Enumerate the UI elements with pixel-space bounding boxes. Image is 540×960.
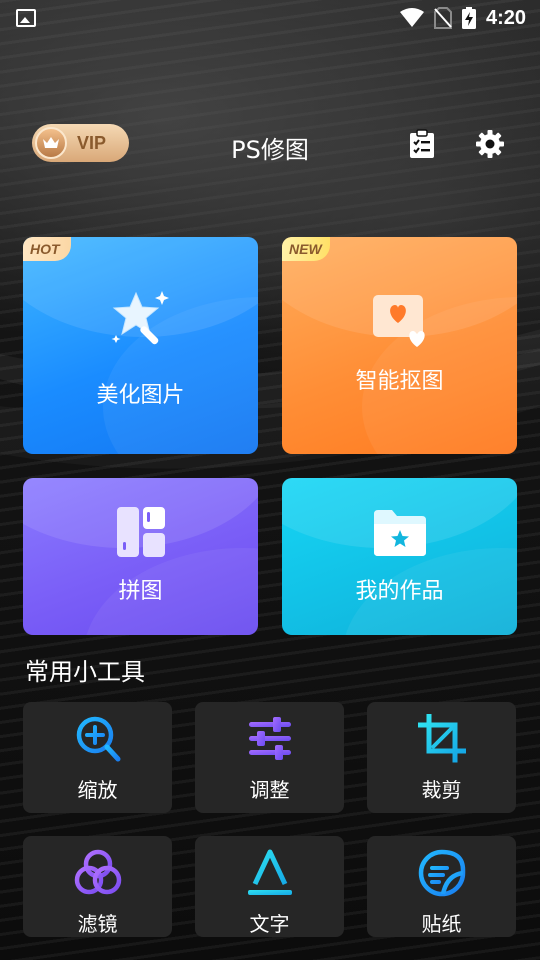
hot-badge-label: HOT bbox=[30, 241, 60, 257]
magic-wand-star-icon bbox=[23, 285, 258, 355]
smart-cutout-card[interactable]: NEW 智能抠图 bbox=[282, 237, 517, 454]
my-works-label: 我的作品 bbox=[355, 579, 444, 604]
folder-star-icon bbox=[282, 506, 517, 558]
collage-card[interactable]: 拼图 bbox=[23, 478, 258, 635]
tool-crop-label: 裁剪 bbox=[421, 778, 462, 802]
gallery-notification-icon bbox=[16, 9, 36, 27]
hot-badge: HOT bbox=[23, 237, 71, 261]
settings-button[interactable] bbox=[474, 128, 506, 160]
new-badge-label: NEW bbox=[289, 241, 322, 257]
app-header: VIP PS修图 bbox=[0, 122, 540, 166]
gear-icon bbox=[476, 130, 504, 158]
crop-icon bbox=[367, 714, 516, 764]
new-badge: NEW bbox=[282, 237, 330, 261]
collage-label: 拼图 bbox=[118, 579, 163, 604]
tool-adjust-label: 调整 bbox=[249, 778, 290, 802]
filter-circles-icon bbox=[23, 848, 172, 898]
tool-adjust[interactable]: 调整 bbox=[195, 702, 344, 813]
clipboard-check-icon bbox=[410, 129, 434, 158]
tool-sticker[interactable]: 贴纸 bbox=[367, 836, 516, 937]
smart-cutout-label: 智能抠图 bbox=[355, 369, 444, 394]
my-works-card[interactable]: 我的作品 bbox=[282, 478, 517, 635]
photo-heart-icon bbox=[282, 289, 517, 351]
beautify-photo-card[interactable]: HOT 美化图片 bbox=[23, 237, 258, 454]
zoom-in-icon bbox=[23, 714, 172, 764]
sliders-icon bbox=[195, 714, 344, 764]
tool-zoom-label: 缩放 bbox=[77, 778, 118, 802]
battery-charging-icon bbox=[461, 7, 476, 29]
wifi-icon bbox=[399, 8, 424, 27]
tool-text[interactable]: 文字 bbox=[195, 836, 344, 937]
beautify-photo-label: 美化图片 bbox=[96, 383, 185, 408]
tool-filter-label: 滤镜 bbox=[77, 912, 118, 936]
tool-crop[interactable]: 裁剪 bbox=[367, 702, 516, 813]
no-sim-icon bbox=[433, 7, 452, 29]
tools-section-title: 常用小工具 bbox=[25, 658, 145, 686]
sticker-icon bbox=[367, 848, 516, 898]
tool-text-label: 文字 bbox=[249, 912, 290, 936]
status-time: 4:20 bbox=[485, 6, 526, 29]
tool-filter[interactable]: 滤镜 bbox=[23, 836, 172, 937]
tool-zoom[interactable]: 缩放 bbox=[23, 702, 172, 813]
tool-sticker-label: 贴纸 bbox=[421, 912, 462, 936]
status-bar: 4:20 bbox=[0, 0, 540, 36]
text-a-icon bbox=[195, 848, 344, 898]
page-title: PS修图 bbox=[231, 136, 309, 164]
collage-grid-icon bbox=[23, 504, 258, 560]
task-list-button[interactable] bbox=[406, 128, 438, 160]
